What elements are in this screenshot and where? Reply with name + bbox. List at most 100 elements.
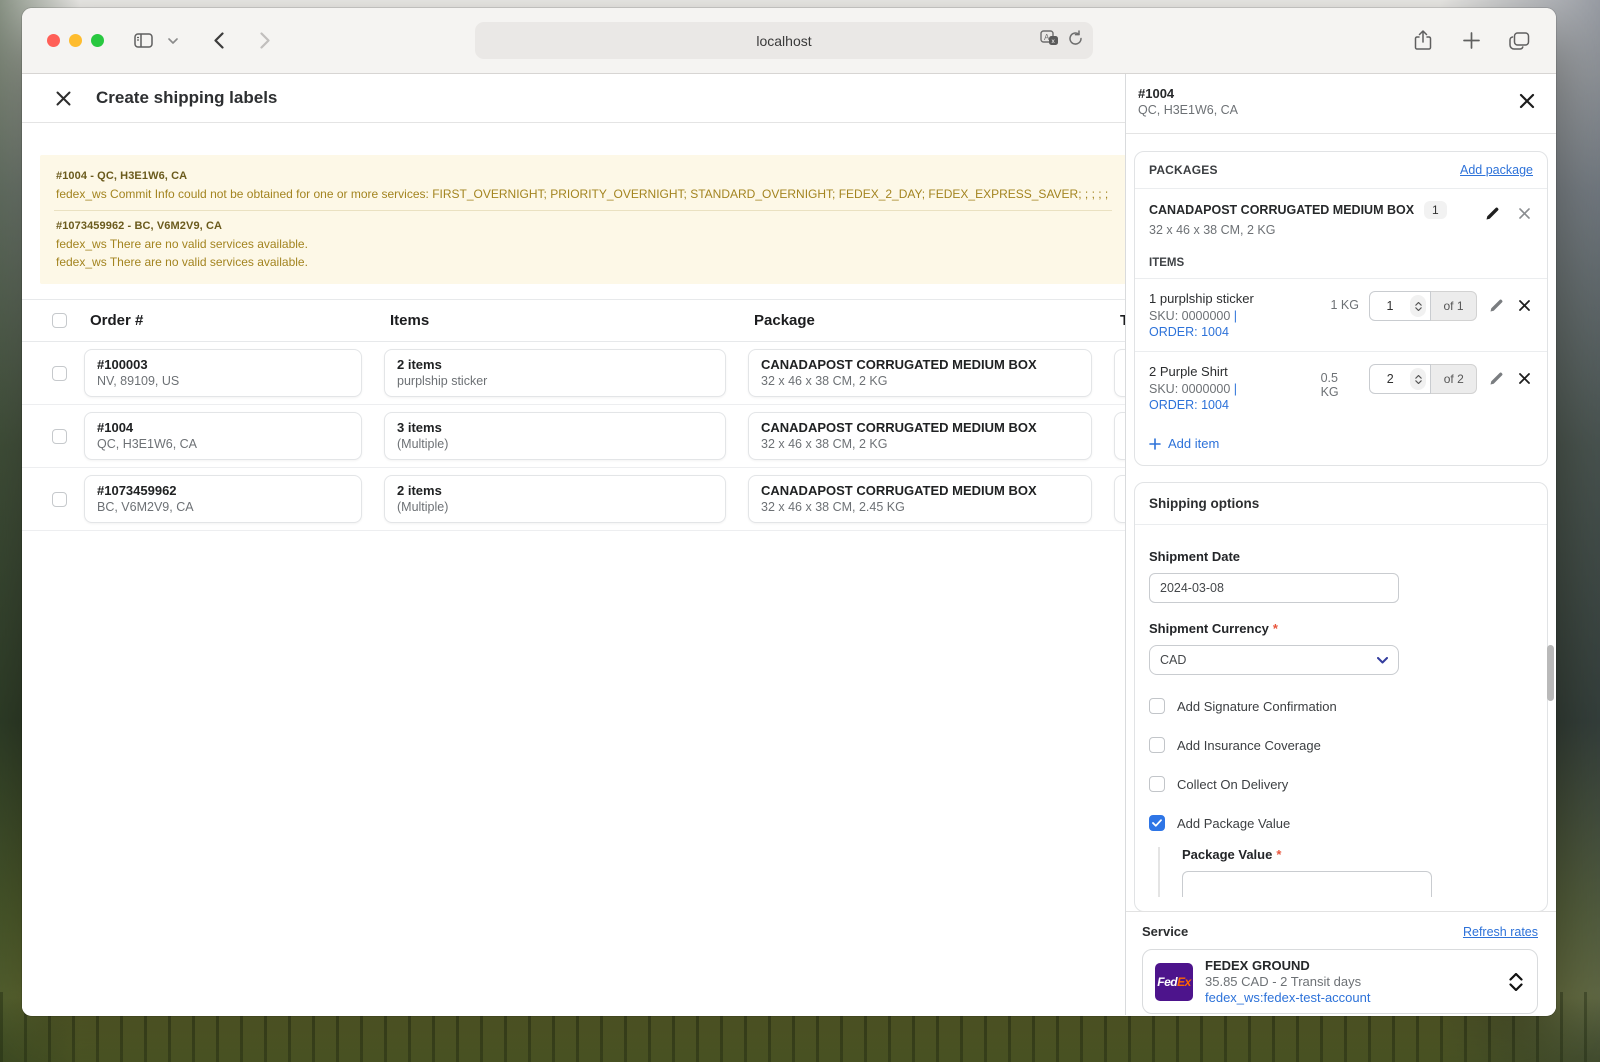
panel-close-icon[interactable]	[1516, 90, 1538, 112]
column-header-to: To	[1108, 312, 1126, 329]
add-package-link[interactable]: Add package	[1460, 163, 1533, 177]
share-icon[interactable]	[1410, 28, 1436, 54]
order-cell-card[interactable]: #1073459962 BC, V6M2V9, CA	[84, 475, 362, 523]
order-number: #1073459962	[97, 483, 349, 498]
to-cell-card[interactable]	[1114, 349, 1126, 397]
service-rate-card[interactable]: FedEx FEDEX GROUND 35.85 CAD - 2 Transit…	[1142, 949, 1538, 1014]
items-cell-card[interactable]: 2 items purplship sticker	[384, 349, 726, 397]
remove-item-icon[interactable]	[1515, 296, 1533, 314]
quantity-max: of 2	[1431, 364, 1477, 394]
address-bar[interactable]: localhost Ax	[475, 22, 1093, 59]
add-item-button[interactable]: Add item	[1135, 424, 1233, 465]
remove-item-icon[interactable]	[1515, 369, 1533, 387]
packages-title: PACKAGES	[1149, 163, 1218, 177]
checkbox-label: Add Package Value	[1177, 816, 1290, 831]
item-weight: 1 KG	[1331, 298, 1360, 312]
add-package-value-checkbox[interactable]: Add Package Value	[1149, 815, 1533, 831]
quantity-stepper[interactable]: 1 of 1	[1369, 291, 1477, 321]
checkbox-icon[interactable]	[1149, 698, 1165, 714]
panel-scrollbar-thumb[interactable]	[1547, 645, 1554, 701]
panel-order-number: #1004	[1138, 86, 1556, 101]
package-row: CANADAPOST CORRUGATED MEDIUM BOX 1 32 x …	[1135, 189, 1547, 247]
table-row: #100003 NV, 89109, US 2 items purplship …	[22, 342, 1125, 405]
order-number: #100003	[97, 357, 349, 372]
close-window-button[interactable]	[47, 34, 60, 47]
order-cell-card[interactable]: #1004 QC, H3E1W6, CA	[84, 412, 362, 460]
signature-confirmation-checkbox[interactable]: Add Signature Confirmation	[1149, 698, 1533, 714]
order-detail-panel: #1004 QC, H3E1W6, CA PACKAGES Add packag…	[1126, 74, 1556, 1015]
back-button[interactable]	[206, 28, 232, 54]
shipping-options-card: Shipping options Shipment Date 2024-03-0…	[1134, 482, 1548, 912]
currency-select[interactable]: CAD	[1149, 645, 1399, 675]
package-cell-card[interactable]: CANADAPOST CORRUGATED MEDIUM BOX 32 x 46…	[748, 412, 1092, 460]
sidebar-chevron-icon[interactable]	[166, 28, 180, 54]
panel-header: #1004 QC, H3E1W6, CA	[1126, 74, 1556, 134]
nav-controls	[130, 28, 278, 54]
add-item-label: Add item	[1168, 436, 1219, 451]
page-title: Create shipping labels	[96, 88, 277, 108]
package-box-dimensions: 32 x 46 x 38 CM, 2 KG	[1149, 223, 1483, 237]
row-checkbox[interactable]	[52, 492, 67, 507]
column-header-items: Items	[378, 312, 742, 329]
remove-package-icon[interactable]	[1515, 204, 1533, 222]
modal-header: Create shipping labels	[22, 74, 1125, 123]
order-location: NV, 89109, US	[97, 374, 349, 388]
checkbox-checked-icon[interactable]	[1149, 815, 1165, 831]
new-tab-icon[interactable]	[1458, 28, 1484, 54]
edit-item-icon[interactable]	[1487, 369, 1505, 387]
items-cell-card[interactable]: 3 items (Multiple)	[384, 412, 726, 460]
items-cell-card[interactable]: 2 items (Multiple)	[384, 475, 726, 523]
service-account-link[interactable]: fedex_ws:fedex-test-account	[1205, 990, 1497, 1005]
stepper-arrows-icon[interactable]	[1410, 368, 1426, 390]
package-dimensions: 32 x 46 x 38 CM, 2.45 KG	[761, 500, 1079, 514]
stepper-arrows-icon[interactable]	[1410, 295, 1426, 317]
checkbox-label: Add Insurance Coverage	[1177, 738, 1321, 753]
page-content: Create shipping labels #1004 - QC, H3E1W…	[22, 74, 1556, 1015]
package-count-badge: 1	[1424, 201, 1447, 219]
tab-overview-icon[interactable]	[1506, 28, 1532, 54]
collect-on-delivery-checkbox[interactable]: Collect On Delivery	[1149, 776, 1533, 792]
orders-table: Order # Items Package To #100003 NV, 891…	[22, 299, 1125, 531]
insurance-coverage-checkbox[interactable]: Add Insurance Coverage	[1149, 737, 1533, 753]
table-row: #1004 QC, H3E1W6, CA 3 items (Multiple) …	[22, 405, 1125, 468]
required-asterisk: *	[1276, 847, 1281, 862]
forward-button[interactable]	[252, 28, 278, 54]
modal-close-icon[interactable]	[52, 87, 74, 109]
to-cell-card[interactable]	[1114, 412, 1126, 460]
quantity-value[interactable]: 2	[1370, 372, 1410, 386]
checkbox-label: Add Signature Confirmation	[1177, 699, 1337, 714]
package-cell-card[interactable]: CANADAPOST CORRUGATED MEDIUM BOX 32 x 46…	[748, 475, 1092, 523]
refresh-rates-link[interactable]: Refresh rates	[1463, 925, 1538, 939]
item-order-link[interactable]: ORDER: 1004	[1149, 325, 1321, 339]
panel-body: PACKAGES Add package CANADAPOST CORRUGAT…	[1126, 135, 1556, 1015]
item-order-link[interactable]: ORDER: 1004	[1149, 398, 1321, 412]
shipment-date-label: Shipment Date	[1149, 549, 1533, 564]
order-cell-card[interactable]: #100003 NV, 89109, US	[84, 349, 362, 397]
traffic-lights	[47, 34, 104, 47]
order-location: QC, H3E1W6, CA	[97, 437, 349, 451]
service-selector-chevrons[interactable]	[1509, 973, 1523, 991]
table-row: #1073459962 BC, V6M2V9, CA 2 items (Mult…	[22, 468, 1125, 531]
shipment-date-input[interactable]: 2024-03-08	[1149, 573, 1399, 603]
to-cell-card[interactable]	[1114, 475, 1126, 523]
toolbar-right-controls	[1410, 28, 1532, 54]
row-checkbox[interactable]	[52, 429, 67, 444]
package-value-input[interactable]	[1182, 871, 1432, 897]
minimize-window-button[interactable]	[69, 34, 82, 47]
chevron-down-icon	[1509, 983, 1523, 991]
checkbox-icon[interactable]	[1149, 737, 1165, 753]
edit-item-icon[interactable]	[1487, 296, 1505, 314]
zoom-window-button[interactable]	[91, 34, 104, 47]
checkbox-icon[interactable]	[1149, 776, 1165, 792]
translate-icon[interactable]: Ax	[1040, 30, 1060, 51]
select-all-checkbox[interactable]	[52, 313, 67, 328]
warning-group: #1073459962 - BC, V6M2V9, CA fedex_ws Th…	[54, 211, 1112, 278]
reload-icon[interactable]	[1068, 30, 1083, 51]
package-cell-card[interactable]: CANADAPOST CORRUGATED MEDIUM BOX 32 x 46…	[748, 349, 1092, 397]
sidebar-toggle-icon[interactable]	[130, 28, 156, 54]
row-checkbox[interactable]	[52, 366, 67, 381]
edit-package-icon[interactable]	[1483, 204, 1501, 222]
quantity-value[interactable]: 1	[1370, 299, 1410, 313]
items-count: 3 items	[397, 420, 713, 435]
quantity-stepper[interactable]: 2 of 2	[1369, 364, 1477, 394]
